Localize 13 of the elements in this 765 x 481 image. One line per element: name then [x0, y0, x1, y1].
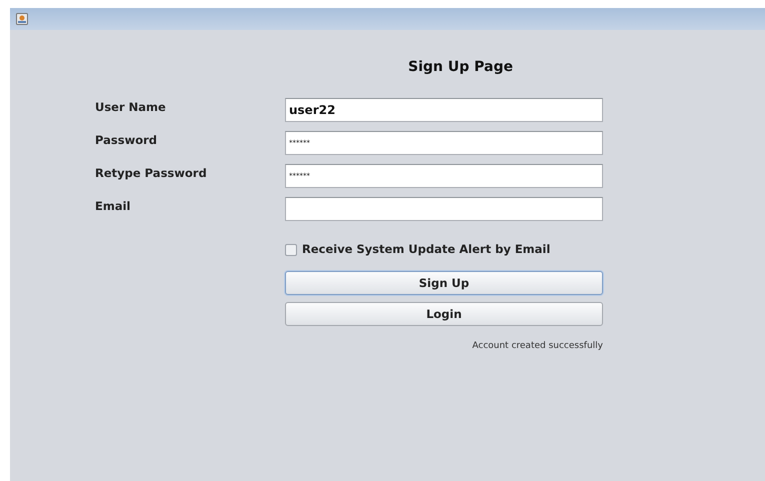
- input-field[interactable]: [285, 197, 603, 221]
- page-heading: Sign Up Page: [408, 58, 513, 77]
- status-message: Account created successfully: [472, 340, 603, 354]
- field-label: Password: [95, 132, 158, 149]
- form-button[interactable]: Login: [285, 302, 603, 326]
- form-button[interactable]: Sign Up: [285, 271, 603, 296]
- checkbox-label[interactable]: Receive System Update Alert by Email: [302, 241, 550, 258]
- field-label: Retype Password: [95, 165, 208, 182]
- field-label: Email: [95, 198, 132, 215]
- app-icon: [16, 13, 28, 25]
- field-label: User Name: [95, 99, 167, 116]
- input-field[interactable]: user22: [285, 98, 603, 122]
- checkbox[interactable]: [285, 244, 297, 256]
